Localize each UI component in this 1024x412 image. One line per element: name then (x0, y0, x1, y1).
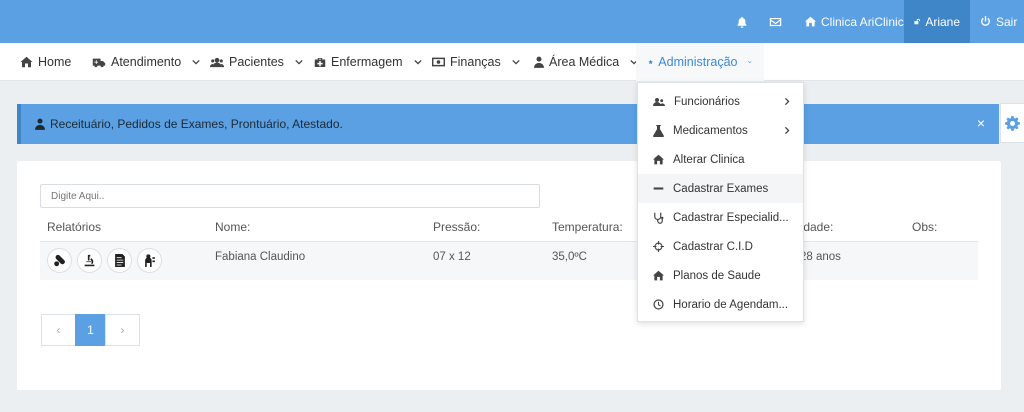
doctor-icon (534, 56, 544, 68)
certificate-button[interactable] (137, 248, 162, 273)
nav-pacientes-label: Pacientes (229, 55, 284, 69)
nav-area-medica-label: Área Médica (549, 55, 620, 69)
menu-item-cadastrar-cid[interactable]: Cadastrar C.I.D (638, 232, 803, 261)
menu-item-cadastrar-especialidade[interactable]: Cadastrar Especialid... (638, 203, 803, 232)
nav-administracao-label: Administração (658, 55, 738, 69)
chevron-down-icon (192, 59, 200, 65)
nav-home-label: Home (38, 55, 72, 69)
menu-item-label: Cadastrar Especialid... (673, 211, 789, 224)
clinic-label: Clinica AriClinic (821, 14, 904, 29)
minus-icon (653, 187, 664, 190)
home-icon (20, 56, 33, 68)
nav-home[interactable]: Home (20, 43, 71, 81)
exam-request-button[interactable] (77, 248, 102, 273)
power-icon (981, 16, 990, 26)
menu-item-medicamentos[interactable]: Medicamentos (638, 116, 803, 145)
clinic-link[interactable]: Clinica AriClinic (805, 0, 904, 43)
header-relatorios: Relatórios (47, 220, 102, 234)
header-idade: Idade: (800, 220, 834, 234)
crosshairs-icon (653, 241, 664, 252)
menu-item-alterar-clinica[interactable]: Alterar Clinica (638, 145, 803, 174)
pagination-next[interactable]: › (105, 314, 140, 346)
nav-atendimento[interactable]: Atendimento (92, 43, 200, 81)
nav-financas[interactable]: Finanças (432, 43, 520, 81)
doctor-icon (35, 118, 45, 130)
main-nav: Home Atendimento Pacientes Enfermagem Fi… (0, 43, 1024, 81)
chevron-down-icon (413, 59, 422, 65)
messages-button[interactable] (769, 0, 782, 43)
chevron-down-icon (295, 59, 303, 65)
header-nome: Nome: (215, 220, 251, 234)
header-pressao: Pressão: (433, 220, 481, 234)
home-icon (805, 16, 816, 27)
pills-icon (54, 254, 65, 267)
cell-nome: Fabiana Claudino (215, 251, 306, 263)
cell-pressao: 07 x 12 (433, 251, 471, 263)
user-label: Ariane (925, 14, 960, 29)
menu-item-label: Cadastrar C.I.D (673, 240, 753, 253)
menu-item-cadastrar-exames[interactable]: Cadastrar Exames (638, 174, 803, 203)
administracao-dropdown: Funcionários Medicamentos Alterar Clinic… (637, 82, 804, 322)
home-icon (653, 270, 664, 281)
menu-item-label: Horario de Agendam... (673, 298, 789, 311)
nav-enfermagem-label: Enfermagem (331, 55, 403, 69)
home-icon (653, 154, 664, 165)
logout-label: Sair (996, 14, 1018, 29)
header-obs: Obs: (912, 220, 938, 234)
ambulance-icon (92, 58, 106, 67)
users-icon (653, 97, 665, 106)
bell-icon (737, 16, 747, 28)
chevron-right-icon (784, 126, 790, 135)
menu-item-label: Alterar Clinica (673, 153, 745, 166)
logout-button[interactable]: Sair (980, 0, 1017, 43)
menu-item-funcionarios[interactable]: Funcionários (638, 87, 803, 116)
flask-icon (653, 124, 664, 137)
nav-financas-label: Finanças (450, 55, 501, 69)
chevron-right-icon (784, 97, 790, 106)
pagination-page-1[interactable]: 1 (75, 314, 106, 346)
menu-item-label: Funcionários (674, 95, 740, 108)
document-icon (114, 254, 125, 267)
alert-close-button[interactable]: × (977, 115, 985, 131)
pagination-prev[interactable]: ‹ (41, 314, 76, 346)
money-icon (432, 57, 445, 67)
medical-record-button[interactable] (107, 248, 132, 273)
menu-item-label: Planos de Saude (673, 269, 761, 282)
nav-area-medica[interactable]: Área Médica (534, 43, 638, 81)
menu-item-label: Cadastrar Exames (673, 182, 769, 195)
prescription-button[interactable] (47, 248, 72, 273)
menu-item-horario-de-agendamento[interactable]: Horario de Agendam... (638, 290, 803, 319)
cell-temperatura: 35,0ºC (552, 251, 587, 263)
clock-icon (653, 299, 664, 310)
chevron-down-icon (748, 61, 752, 64)
header-temperatura: Temperatura: (552, 220, 623, 234)
alert-text: Receituário, Pedidos de Exames, Prontuár… (50, 117, 343, 131)
nav-enfermagem[interactable]: Enfermagem (314, 43, 422, 81)
stethoscope-icon (654, 212, 664, 224)
nav-atendimento-label: Atendimento (111, 55, 182, 69)
star-icon (648, 59, 653, 65)
info-alert: Receituário, Pedidos de Exames, Prontuár… (17, 104, 999, 144)
user-menu[interactable]: Ariane (904, 0, 970, 43)
nav-pacientes[interactable]: Pacientes (210, 43, 303, 81)
unlock-icon (914, 18, 920, 25)
menu-item-label: Medicamentos (673, 124, 748, 137)
cell-idade: 28 anos (800, 251, 841, 263)
microscope-icon (84, 254, 95, 267)
gear-icon (1005, 115, 1020, 131)
nav-administracao[interactable]: Administração (636, 43, 764, 81)
top-bar: Clinica AriClinic Ariane Sair (0, 0, 1024, 43)
notifications-button[interactable] (736, 0, 748, 43)
settings-tab[interactable] (1000, 103, 1024, 143)
envelope-icon (769, 17, 782, 26)
doctor-document-icon (144, 254, 155, 267)
menu-item-planos-de-saude[interactable]: Planos de Saude (638, 261, 803, 290)
users-icon (210, 57, 224, 67)
medkit-icon (314, 57, 326, 67)
chevron-down-icon (512, 59, 520, 65)
search-input[interactable] (40, 184, 540, 208)
